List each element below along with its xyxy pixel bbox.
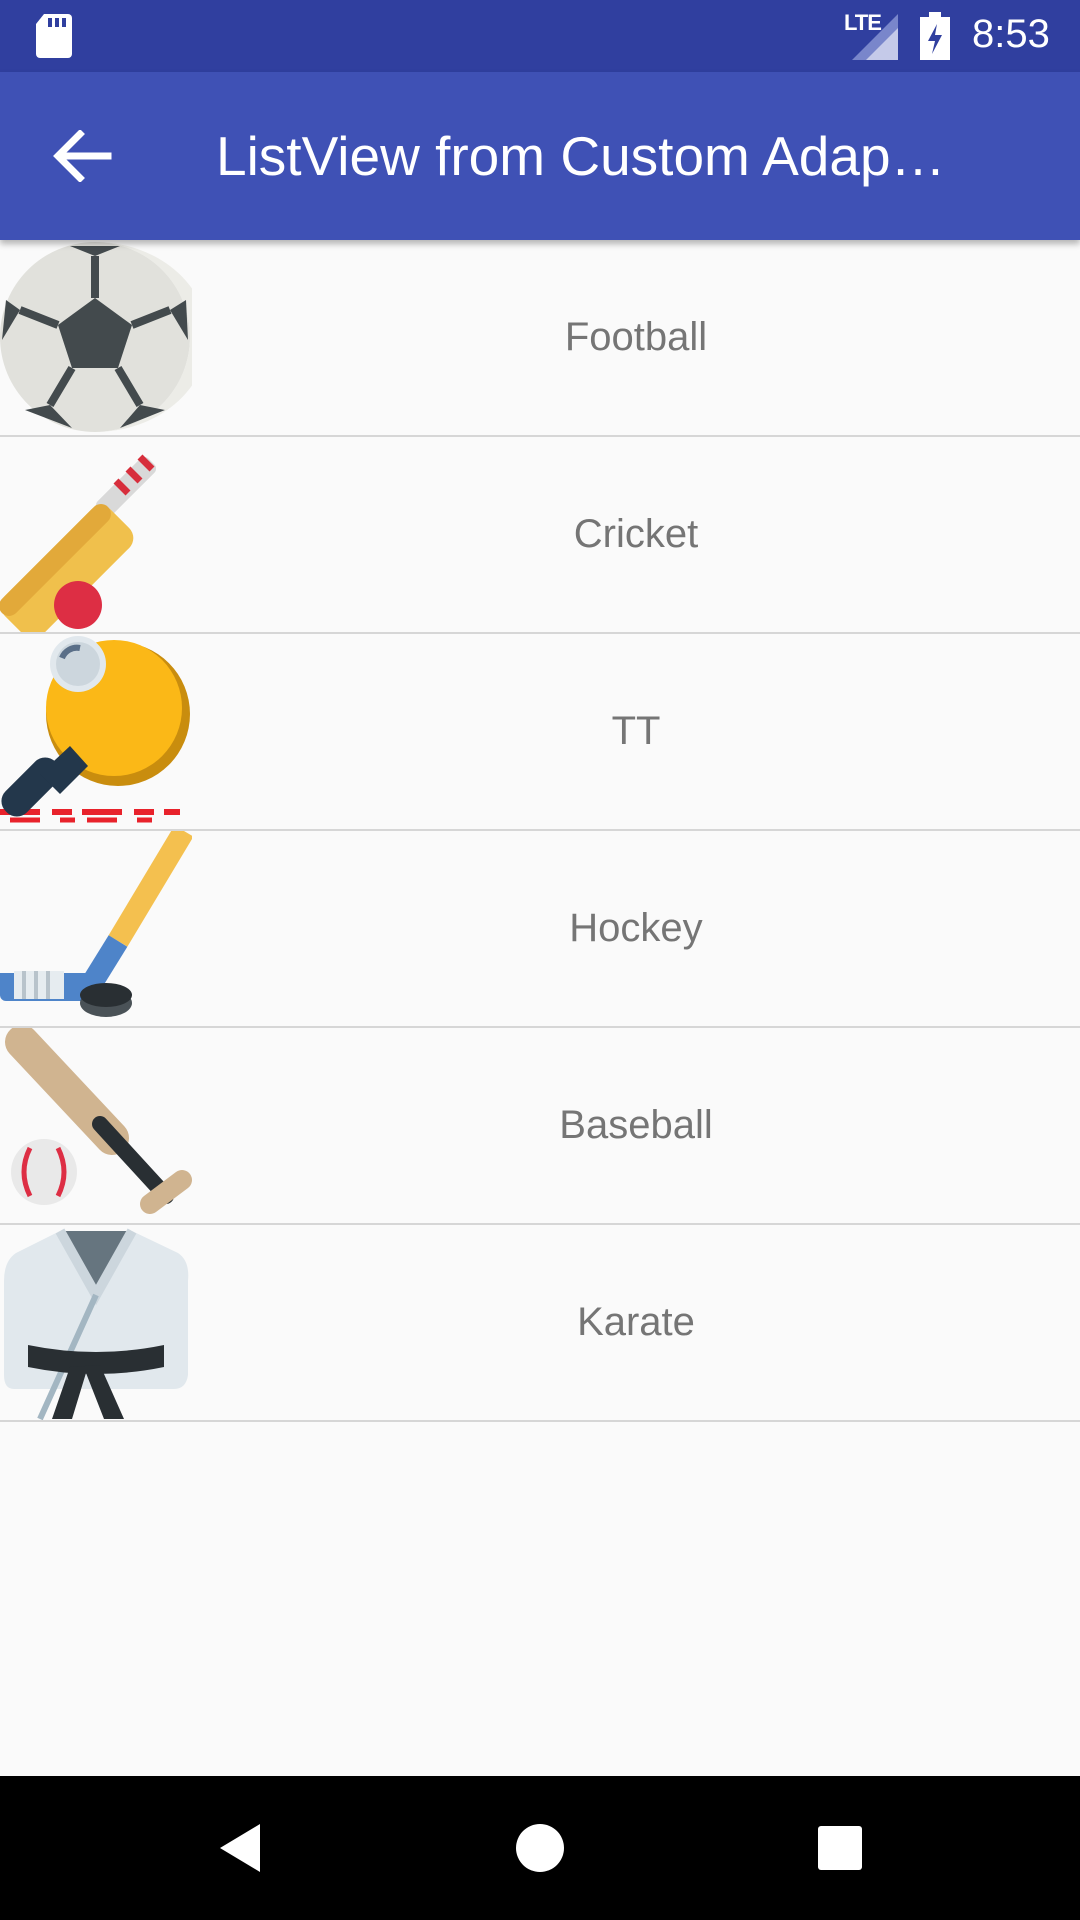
list-item-cricket[interactable]: Cricket bbox=[0, 437, 1080, 634]
list-item-baseball[interactable]: Baseball bbox=[0, 1028, 1080, 1225]
nav-back-icon[interactable] bbox=[210, 1818, 270, 1878]
list-item-label: Football bbox=[564, 315, 708, 359]
hockey-stick-icon bbox=[0, 831, 192, 1017]
nav-recents-icon[interactable] bbox=[810, 1818, 870, 1878]
app-bar: ListView from Custom Adap… bbox=[0, 72, 1080, 240]
soccer-ball-icon bbox=[0, 242, 192, 432]
list-item-label: Cricket bbox=[573, 512, 699, 556]
sports-list: Football Cricket TT Hockey Baseball Kara… bbox=[0, 240, 1080, 1422]
list-item-label: Baseball bbox=[559, 1103, 713, 1147]
list-item-label: TT bbox=[611, 709, 661, 753]
baseball-bat-icon bbox=[5, 1028, 192, 1214]
karate-gi-icon bbox=[4, 1228, 189, 1420]
ping-pong-paddle-icon bbox=[0, 636, 190, 823]
list-item-label: Hockey bbox=[569, 906, 703, 950]
list-item-karate[interactable]: Karate bbox=[0, 1225, 1080, 1422]
list-item-football[interactable]: Football bbox=[0, 240, 1080, 437]
clock: 8:53 bbox=[972, 12, 1050, 56]
list-item-hockey[interactable]: Hockey bbox=[0, 831, 1080, 1028]
cricket-bat-icon bbox=[0, 454, 157, 632]
page-title: ListView from Custom Adap… bbox=[216, 125, 946, 187]
arrow-back-icon[interactable] bbox=[52, 130, 112, 182]
list-item-label: Karate bbox=[577, 1300, 695, 1344]
navigation-bar bbox=[0, 1776, 1080, 1920]
signal-icon bbox=[852, 14, 898, 60]
sd-card-icon bbox=[36, 14, 72, 58]
list-item-tt[interactable]: TT bbox=[0, 634, 1080, 831]
nav-home-icon[interactable] bbox=[510, 1818, 570, 1878]
battery-charging-icon bbox=[920, 12, 950, 60]
status-bar: LTE 8:53 bbox=[0, 0, 1080, 72]
